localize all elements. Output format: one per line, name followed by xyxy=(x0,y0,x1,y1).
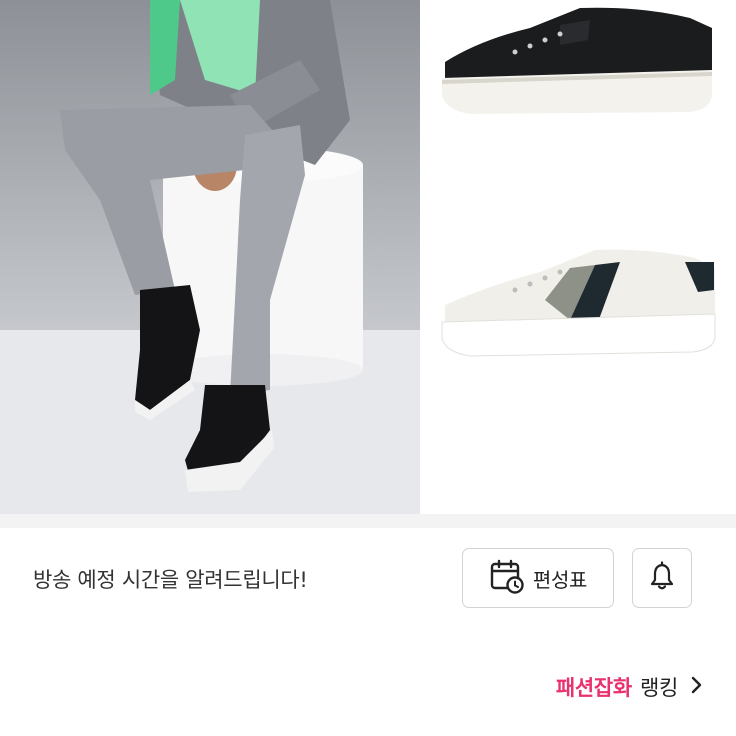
product-images xyxy=(420,0,736,514)
schedule-button-label: 편성표 xyxy=(532,567,588,592)
model-lifestyle-image xyxy=(0,0,420,514)
schedule-message: 방송 예정 시간을 알려드립니다! xyxy=(33,568,308,592)
alarm-button[interactable] xyxy=(632,548,692,608)
chevron-right-icon xyxy=(686,675,706,700)
white-striped-sneaker-image xyxy=(441,249,716,357)
ranking-link[interactable]: 패션잡화 랭킹 xyxy=(556,672,706,702)
ranking-category: 패션잡화 xyxy=(555,676,632,700)
product-banner[interactable] xyxy=(0,0,736,514)
schedule-button[interactable]: 편성표 xyxy=(462,548,614,608)
calendar-clock-icon xyxy=(489,558,525,598)
black-sneaker-image xyxy=(442,7,712,114)
bell-icon xyxy=(647,561,677,595)
ranking-label: 랭킹 xyxy=(639,676,678,700)
section-divider xyxy=(0,514,736,528)
